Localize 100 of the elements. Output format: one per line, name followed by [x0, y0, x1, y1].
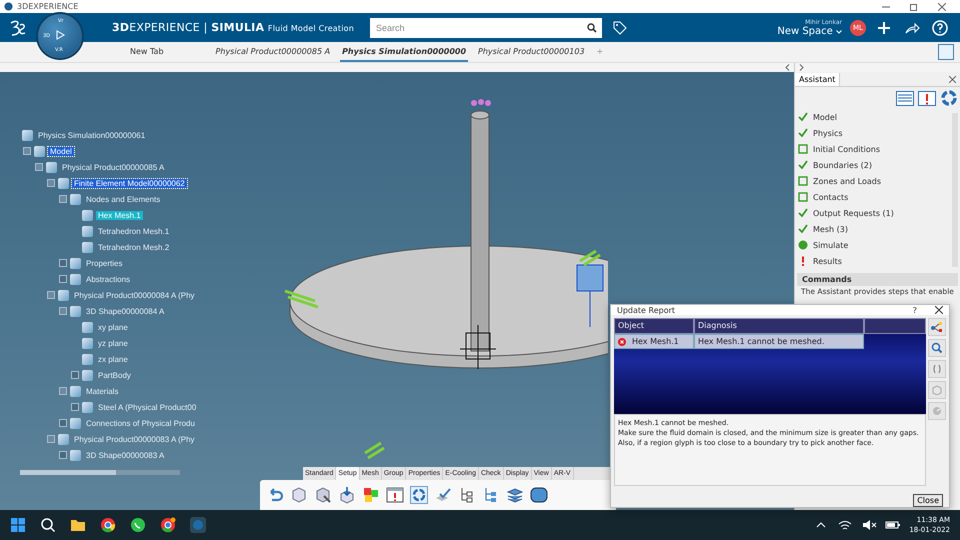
- expand-toggle[interactable]: [59, 275, 67, 283]
- tree-item[interactable]: Physical Product00000085 A: [60, 162, 166, 172]
- step-label[interactable]: Mesh (3): [813, 224, 848, 234]
- expand-toggle[interactable]: [35, 163, 43, 171]
- tree-item[interactable]: Properties: [84, 258, 124, 268]
- tree-item[interactable]: Model: [48, 146, 74, 156]
- section-header: Commands: [797, 273, 958, 286]
- tree-item[interactable]: PartBody: [96, 370, 133, 380]
- part-tools-icon[interactable]: [314, 486, 332, 504]
- tree-item[interactable]: Connections of Physical Produ: [84, 418, 197, 428]
- cycle-icon[interactable]: [410, 486, 428, 504]
- browser-icon[interactable]: [160, 517, 176, 533]
- tree-item[interactable]: Physical Product00000083 A (Phy: [72, 434, 197, 444]
- tree-item[interactable]: yz plane: [96, 338, 130, 348]
- cube-icon: [932, 385, 942, 395]
- tree-item[interactable]: Nodes and Elements: [84, 194, 162, 204]
- close-icon[interactable]: [949, 76, 956, 82]
- table-icon[interactable]: [896, 90, 914, 106]
- document-tab[interactable]: New Tab: [128, 42, 166, 62]
- expand-toggle[interactable]: [47, 179, 55, 187]
- step-label[interactable]: Zones and Loads: [813, 176, 882, 186]
- tree-item[interactable]: zx plane: [96, 354, 130, 364]
- step-label[interactable]: Model: [813, 112, 838, 122]
- panel-tab[interactable]: Assistant: [795, 72, 840, 86]
- tree-item[interactable]: Abstractions: [84, 274, 132, 284]
- ds-logo-icon: [8, 18, 28, 36]
- tree-item[interactable]: Physical Product00000084 A (Phy: [72, 290, 197, 300]
- part-icon[interactable]: [290, 486, 308, 504]
- import-icon[interactable]: [338, 486, 356, 504]
- tree-item[interactable]: 3D Shape00000083 A: [84, 450, 166, 460]
- collapse-icon[interactable]: [938, 44, 954, 60]
- tree-node-icon: [22, 130, 33, 140]
- tree-item[interactable]: Steel A (Physical Product00: [96, 402, 198, 412]
- tree-node-icon: [82, 226, 93, 236]
- parentheses-button[interactable]: [928, 360, 946, 378]
- expand-toggle[interactable]: [59, 307, 67, 315]
- search-button[interactable]: [582, 18, 602, 38]
- expand-toggle[interactable]: [71, 403, 79, 411]
- expand-toggle[interactable]: [59, 451, 67, 459]
- help-icon[interactable]: [932, 20, 948, 36]
- chevron-left-icon[interactable]: [785, 64, 790, 71]
- expand-toggle[interactable]: [71, 371, 79, 379]
- tree-item[interactable]: Tetrahedron Mesh.1: [96, 226, 172, 236]
- step-label[interactable]: Contacts: [813, 192, 848, 202]
- help-button[interactable]: ?: [912, 306, 917, 314]
- step-label[interactable]: Simulate: [813, 240, 848, 250]
- step-label[interactable]: Output Requests (1): [813, 208, 894, 218]
- check-part-icon[interactable]: [434, 486, 452, 504]
- windows-start-icon[interactable]: [10, 517, 26, 533]
- tag-icon[interactable]: [612, 20, 628, 36]
- expand-toggle[interactable]: [47, 435, 55, 443]
- restore-icon[interactable]: [910, 2, 918, 10]
- step-label[interactable]: Physics: [813, 128, 843, 138]
- search-field[interactable]: Search: [370, 18, 582, 38]
- tree-node-icon: [82, 210, 93, 220]
- tree-node-icon: [82, 338, 93, 348]
- expand-toggle[interactable]: [47, 291, 55, 299]
- expand-toggle[interactable]: [59, 419, 67, 427]
- expand-toggle[interactable]: [59, 387, 67, 395]
- tree-item[interactable]: 3D Shape00000084 A: [84, 306, 166, 316]
- step-label[interactable]: Results: [813, 256, 842, 266]
- expand-toggle[interactable]: [59, 195, 67, 203]
- folder-icon[interactable]: [70, 517, 86, 533]
- document-tab[interactable]: Physical Product00000085 A: [214, 42, 332, 62]
- close-icon[interactable]: [935, 306, 943, 314]
- expand-toggle[interactable]: [59, 259, 67, 267]
- tree-node-icon: [82, 242, 93, 252]
- tree-node-icon: [82, 322, 93, 332]
- tree-item[interactable]: xy plane: [96, 322, 130, 332]
- app-logo-icon[interactable]: [190, 517, 206, 533]
- speaker-icon[interactable]: [861, 517, 878, 533]
- tree-node-icon: [58, 290, 69, 300]
- expand-toggle[interactable]: [23, 147, 31, 155]
- search-icon[interactable]: [40, 517, 56, 533]
- document-tab[interactable]: Physical Product00000103: [476, 42, 587, 62]
- space-selector[interactable]: New Space: [777, 26, 842, 36]
- close-button[interactable]: Close: [913, 494, 943, 507]
- step-label[interactable]: Boundaries (2): [813, 160, 872, 170]
- table-cell[interactable]: Hex Mesh.1: [614, 334, 694, 349]
- close-icon[interactable]: [938, 2, 946, 10]
- tree-item[interactable]: Materials: [84, 386, 120, 396]
- shape-icon[interactable]: [530, 486, 548, 504]
- layers-icon[interactable]: [506, 486, 524, 504]
- chevron-right-icon[interactable]: [799, 64, 804, 71]
- app-title: 3DEXPERIENCE | SIMULIA Fluid Model Creation: [112, 21, 354, 34]
- tree-item[interactable]: Physics Simulation000000061: [36, 130, 148, 140]
- chat-icon[interactable]: [130, 517, 146, 533]
- browser-icon[interactable]: [100, 517, 116, 533]
- graph-button[interactable]: [928, 318, 946, 336]
- tree-node-icon: [70, 194, 81, 204]
- cycle-icon[interactable]: [940, 89, 958, 107]
- contour-icon[interactable]: [362, 486, 380, 504]
- table-cell[interactable]: Hex Mesh.1 cannot be meshed.: [694, 334, 864, 349]
- step-label[interactable]: Initial Conditions: [813, 144, 880, 154]
- plus-icon[interactable]: [876, 20, 892, 36]
- alert-window-icon[interactable]: [918, 90, 936, 106]
- search-icon: [587, 22, 598, 32]
- alert-window-icon[interactable]: [386, 486, 404, 504]
- tree-item[interactable]: Tetrahedron Mesh.2: [96, 242, 172, 252]
- tree-item[interactable]: Finite Element Model00000062: [72, 178, 187, 188]
